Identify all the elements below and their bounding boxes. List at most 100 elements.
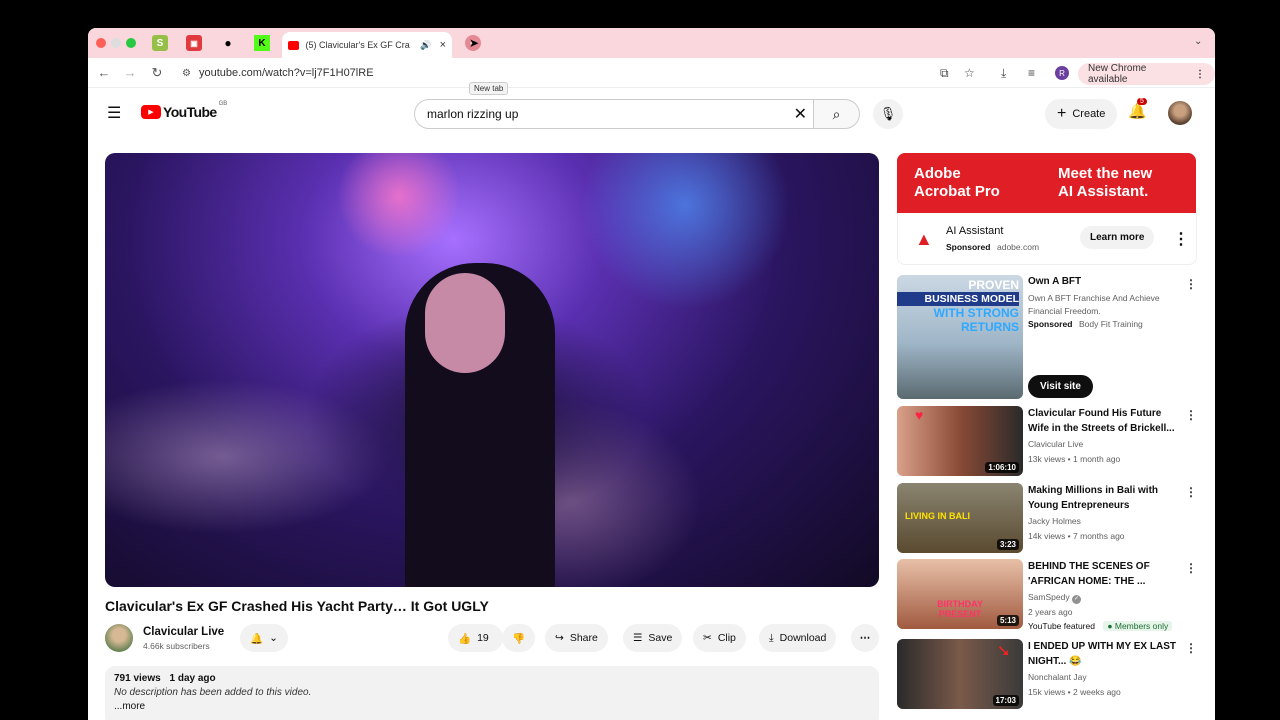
rec-item-4[interactable]: ➘ 17:03 I ENDED UP WITH MY EX LAST NIGHT… — [897, 639, 1197, 711]
url-field[interactable]: ⚙ youtube.com/watch?v=lj7F1H07lRE — [174, 62, 974, 84]
close-window-button[interactable] — [96, 38, 106, 48]
promo-title[interactable]: Own A BFT — [1028, 276, 1081, 287]
video-player[interactable] — [105, 153, 879, 587]
tab-list-chevron-icon[interactable]: ⌄ — [1194, 36, 1202, 47]
red-arrow-icon: ➘ — [997, 643, 1011, 660]
promo-advertiser: Body Fit Training — [1079, 319, 1143, 329]
youtube-header: ☰ ▶ YouTube GB marlon rizzing up ✕ ⌕ 🎙 +… — [88, 88, 1215, 140]
plus-icon: + — [1057, 105, 1067, 122]
youtube-wordmark: YouTube — [163, 104, 217, 120]
rec-channel[interactable]: Jacky Holmes — [1028, 516, 1081, 526]
youtube-favicon-icon — [288, 40, 300, 50]
apple-tab-icon[interactable]: ● — [220, 35, 236, 51]
ad-more-vert-icon[interactable]: ⋮ — [1173, 229, 1189, 249]
menu-hamburger-icon[interactable]: ☰ — [107, 103, 121, 123]
rec-meta: 2 years ago — [1028, 607, 1073, 617]
media-controls-icon[interactable]: ≡ — [1028, 66, 1035, 80]
browser-window: S ▣ ● K (5) Clavicular's Ex GF Cra 🔊 × +… — [88, 28, 1215, 720]
search-input[interactable]: marlon rizzing up ✕ — [414, 99, 814, 129]
close-tab-icon[interactable]: × — [440, 39, 446, 51]
subscriber-count: 4.66k subscribers — [143, 641, 210, 651]
rec-thumbnail[interactable]: ♥ 1:06:10 — [897, 406, 1023, 476]
voice-search-icon[interactable]: 🎙 — [873, 99, 903, 129]
like-button[interactable]: 👍 19 — [448, 624, 503, 652]
promo-item[interactable]: PROVEN BUSINESS MODEL WITH STRONG RETURN… — [897, 275, 1197, 399]
ad-sponsored: Sponsored — [946, 242, 991, 252]
learn-more-button[interactable]: Learn more — [1080, 226, 1155, 249]
download-button[interactable]: ⤓ Download — [759, 624, 837, 652]
promo-sponsored: Sponsored — [1028, 319, 1073, 329]
bookmark-star-icon[interactable]: ☆ — [964, 66, 975, 80]
rec-duration: 1:06:10 — [985, 462, 1019, 473]
members-only-badge: ● Members only — [1103, 621, 1173, 631]
save-button[interactable]: ☰ Save — [623, 624, 683, 652]
rec-more-vert-icon[interactable]: ⋮ — [1185, 641, 1197, 655]
download-icon[interactable]: ⤓ — [1001, 66, 1006, 81]
rec-more-vert-icon[interactable]: ⋮ — [1185, 408, 1197, 422]
kick-tab-icon[interactable]: K — [254, 35, 270, 51]
new-chrome-label: New Chrome available — [1088, 63, 1147, 85]
back-arrow-icon[interactable]: ← — [96, 65, 112, 80]
view-count: 791 views — [114, 673, 161, 684]
promo-thumbnail[interactable]: PROVEN BUSINESS MODEL WITH STRONG RETURN… — [897, 275, 1023, 399]
more-horiz-icon: ⋯ — [859, 632, 871, 644]
channel-name[interactable]: Clavicular Live — [143, 626, 224, 638]
rec-more-vert-icon[interactable]: ⋮ — [1185, 561, 1197, 575]
clear-search-icon[interactable]: ✕ — [794, 104, 807, 124]
ad-info: ▲ AI Assistant Sponsored adobe.com Learn… — [897, 213, 1197, 265]
rec-more-vert-icon[interactable]: ⋮ — [1185, 485, 1197, 499]
more-vert-icon[interactable]: ⋮ — [1195, 69, 1205, 80]
rec-channel[interactable]: SamSpedy — [1028, 592, 1070, 602]
show-more-link[interactable]: ...more — [114, 701, 870, 712]
rec-thumbnail[interactable]: ➘ 17:03 — [897, 639, 1023, 709]
channel-avatar[interactable] — [105, 624, 133, 652]
rec-thumbnail[interactable]: BIRTHDAY PRESENT 5:13 — [897, 559, 1023, 629]
youtube-logo[interactable]: ▶ YouTube GB — [141, 101, 228, 120]
rec-title[interactable]: I ENDED UP WITH MY EX LAST NIGHT... 😂 — [1028, 639, 1178, 669]
reload-icon[interactable]: ↻ — [149, 65, 165, 81]
sidebar: Adobe Acrobat Pro Meet the new AI Assist… — [897, 153, 1197, 709]
promo-more-vert-icon[interactable]: ⋮ — [1185, 277, 1197, 291]
rec-item-2[interactable]: LIVING IN BALI 3:23 Making Millions in B… — [897, 483, 1197, 555]
rec-meta: 14k views • 7 months ago — [1028, 531, 1125, 541]
ad-banner[interactable]: Adobe Acrobat Pro Meet the new AI Assist… — [897, 153, 1196, 213]
rec-channel[interactable]: Nonchalant Jay — [1028, 672, 1087, 682]
rec-item-3[interactable]: BIRTHDAY PRESENT 5:13 BEHIND THE SCENES … — [897, 559, 1197, 635]
rec-title[interactable]: Making Millions in Bali with Young Entre… — [1028, 483, 1178, 513]
profile-avatar[interactable]: R — [1055, 66, 1069, 80]
region-code: GB — [218, 101, 228, 107]
dislike-button[interactable]: 👎 — [502, 624, 536, 652]
clip-label: Clip — [717, 632, 736, 644]
notifications-button[interactable]: 🔔 5 — [1128, 98, 1147, 120]
download-label: Download — [779, 632, 827, 644]
create-button[interactable]: + Create — [1045, 99, 1118, 129]
rec-title[interactable]: Clavicular Found His Future Wife in the … — [1028, 406, 1178, 436]
rec-thumbnail[interactable]: LIVING IN BALI 3:23 — [897, 483, 1023, 553]
rec-item-1[interactable]: ♥ 1:06:10 Clavicular Found His Future Wi… — [897, 406, 1197, 478]
search-button[interactable]: ⌕ — [814, 99, 860, 129]
shopify-tab-icon[interactable]: S — [152, 35, 168, 51]
minimize-window-button[interactable] — [111, 38, 121, 48]
subscribe-bell-button[interactable]: 🔔 ⌄ — [240, 624, 288, 652]
maximize-window-button[interactable] — [126, 38, 136, 48]
rec-duration: 17:03 — [992, 695, 1019, 706]
install-app-icon[interactable]: ⧉ — [940, 66, 949, 81]
speaker-icon[interactable]: 🔊 — [420, 40, 431, 51]
url-text: youtube.com/watch?v=lj7F1H07lRE — [198, 67, 374, 79]
visit-site-button[interactable]: Visit site — [1028, 375, 1093, 398]
clip-button[interactable]: ✂ Clip — [693, 624, 746, 652]
new-chrome-button[interactable]: New Chrome available ⋮ — [1078, 63, 1215, 85]
more-actions-button[interactable]: ⋯ — [851, 624, 879, 652]
video-title: Clavicular's Ex GF Crashed His Yacht Par… — [105, 598, 489, 614]
site-info-icon[interactable]: ⚙ — [182, 68, 191, 79]
account-avatar[interactable] — [1168, 101, 1192, 125]
tab-youtube-active[interactable]: (5) Clavicular's Ex GF Cra 🔊 × — [282, 32, 452, 58]
search-icon: ⌕ — [832, 105, 841, 122]
rec-channel[interactable]: Clavicular Live — [1028, 439, 1083, 449]
app-tab-icon[interactable]: ▣ — [186, 35, 202, 51]
description-box[interactable]: 791 views 1 day ago No description has b… — [105, 666, 879, 720]
share-button[interactable]: ↪ Share — [545, 624, 608, 652]
forward-arrow-icon[interactable]: → — [122, 65, 138, 80]
members-only-label: Members only — [1114, 621, 1169, 631]
rec-title[interactable]: BEHIND THE SCENES OF 'AFRICAN HOME: THE … — [1028, 559, 1178, 589]
